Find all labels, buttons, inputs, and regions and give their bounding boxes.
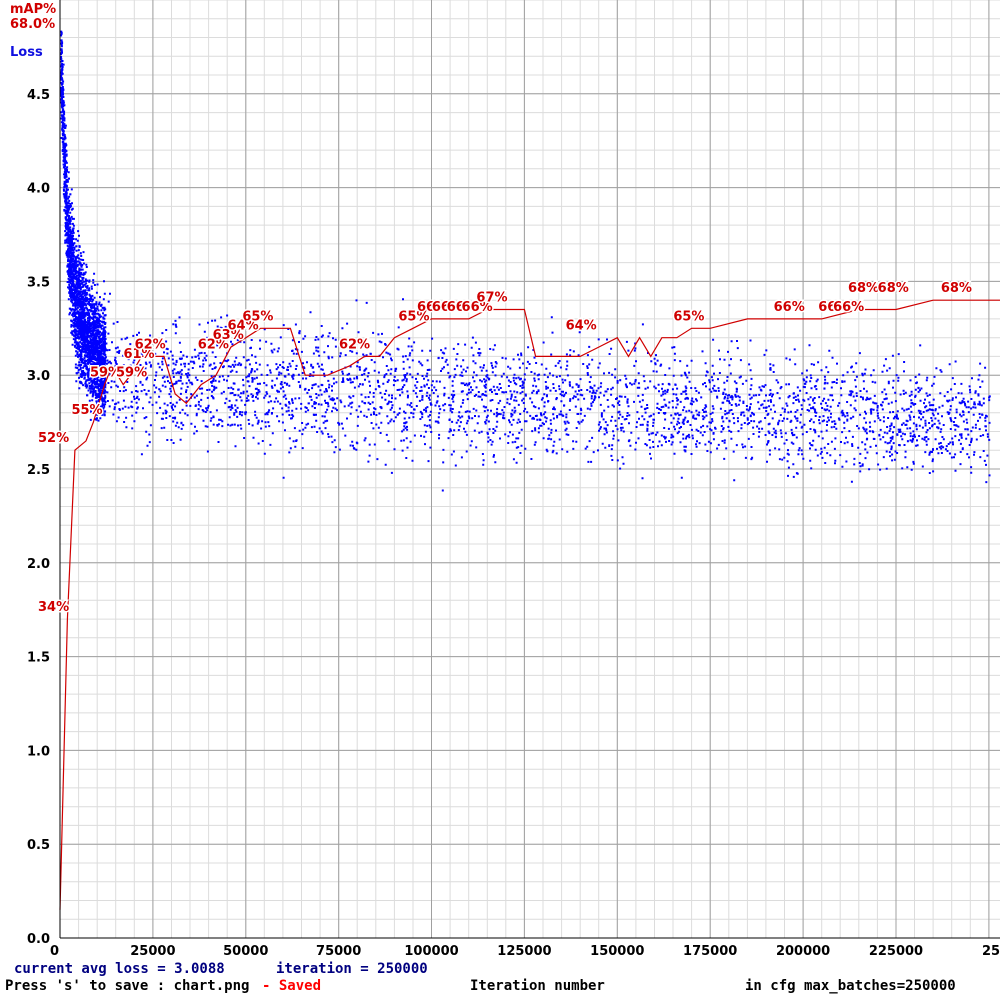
y-tick-label: 4.5 bbox=[27, 88, 50, 103]
save-hint: Press 's' to save : chart.png bbox=[5, 978, 250, 994]
y-tick-label: 1.0 bbox=[27, 744, 50, 759]
x-tick-label: 100000 bbox=[404, 944, 458, 959]
x-tick-label: 225000 bbox=[869, 944, 923, 959]
x-axis-title: Iteration number bbox=[470, 978, 605, 994]
map-data-label: 68% bbox=[878, 281, 909, 296]
x-tick-label: 50000 bbox=[223, 944, 268, 959]
y-tick-label: 3.5 bbox=[27, 275, 50, 290]
iteration-readout: iteration = 250000 bbox=[276, 961, 428, 977]
avg-loss-readout: current avg loss = 3.0088 bbox=[14, 961, 225, 977]
x-tick-label: 125000 bbox=[497, 944, 551, 959]
map-data-label: 64% bbox=[566, 319, 597, 334]
y-tick-label: 2.5 bbox=[27, 463, 50, 478]
map-current-value: 68.0% bbox=[10, 17, 55, 32]
y-axis-title: Loss bbox=[10, 45, 43, 60]
y-tick-label: 2.0 bbox=[27, 557, 50, 572]
y-tick-label: 1.5 bbox=[27, 651, 50, 666]
y-tick-label: 4.0 bbox=[27, 182, 50, 197]
map-axis-title: mAP% bbox=[10, 2, 56, 17]
x-tick-label: 150000 bbox=[590, 944, 644, 959]
map-data-label: 67% bbox=[476, 291, 507, 306]
map-data-label: 65% bbox=[673, 309, 704, 324]
x-tick-label: 25000 bbox=[130, 944, 175, 959]
map-data-label: 62% bbox=[135, 337, 166, 352]
map-data-label: 68% bbox=[848, 281, 879, 296]
map-data-label: 52% bbox=[38, 431, 69, 446]
max-batches-readout: in cfg max_batches=250000 bbox=[745, 978, 956, 994]
map-data-label: 34% bbox=[38, 600, 69, 615]
map-data-label: 65% bbox=[242, 309, 273, 324]
map-labels: 34%52%55%59%59%61%62% 62%63%64%65%62%65%6… bbox=[37, 280, 974, 617]
map-data-label: 62% bbox=[339, 337, 370, 352]
y-tick-label: 0.0 bbox=[27, 932, 50, 947]
loss-scatter bbox=[60, 30, 991, 492]
x-tick-label: 75000 bbox=[316, 944, 361, 959]
map-data-label: 55% bbox=[71, 403, 102, 418]
grid bbox=[59, 0, 1000, 939]
map-data-label: 66% bbox=[833, 300, 864, 315]
x-tick-label: 25 bbox=[982, 944, 1000, 959]
saved-status: - Saved bbox=[262, 978, 322, 994]
y-tick-label: 3.0 bbox=[27, 369, 50, 384]
map-data-label: 66% bbox=[774, 300, 805, 315]
x-tick-label: 0 bbox=[50, 944, 59, 959]
map-data-label: 59% bbox=[116, 366, 147, 381]
loss-chart: 0.0 0.5 1.0 1.5 2.0 2.5 3.0 3.5 4.0 4.5 0 25000 5000… bbox=[10, 0, 1000, 959]
map-data-label: 68% bbox=[941, 281, 972, 296]
y-tick-label: 0.5 bbox=[27, 838, 50, 853]
x-tick-label: 175000 bbox=[683, 944, 737, 959]
loss-points bbox=[60, 30, 991, 492]
axes: 0.0 0.5 1.0 1.5 2.0 2.5 3.0 3.5 4.0 4.5 0 25000 5000… bbox=[27, 0, 1000, 959]
x-tick-label: 200000 bbox=[776, 944, 830, 959]
